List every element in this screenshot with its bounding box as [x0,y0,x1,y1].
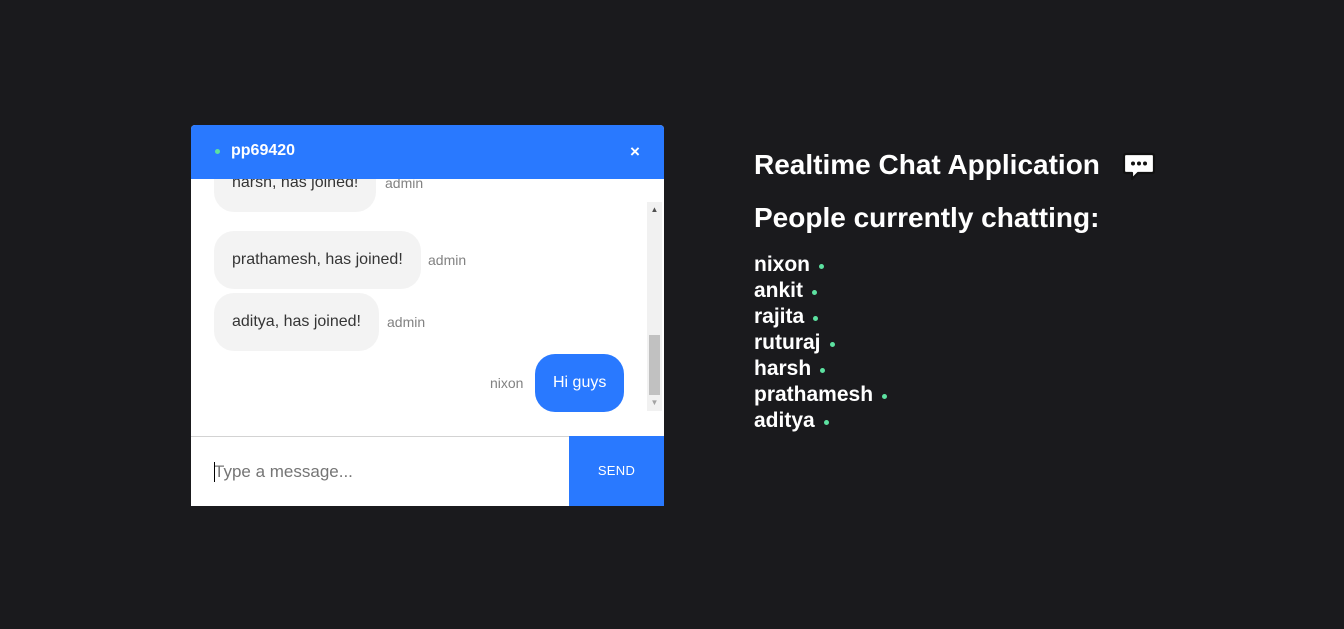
online-status-icon [813,316,819,321]
online-status-icon [820,368,826,373]
message-bubble: prathamesh, has joined! [214,231,421,289]
online-status-icon [823,420,829,425]
close-button[interactable]: × [626,142,644,162]
message-bubble: aditya, has joined! [214,293,379,351]
person-item: ankit [754,278,887,304]
message-scrollbar[interactable]: ▲ ▼ [647,202,662,411]
person-name: harsh [754,357,812,380]
person-name: ankit [754,279,804,302]
person-name: rajita [754,305,805,328]
people-list: nixon ankit rajita ruturaj harsh pratham… [754,252,888,434]
app-title: Realtime Chat Application [754,149,1100,180]
message-bubble: harsh, has joined! [214,179,377,212]
scroll-down-arrow-icon[interactable]: ▼ [647,397,662,409]
online-status-icon [882,394,888,399]
person-name: aditya [754,409,815,432]
room-name: pp69420 [231,142,296,159]
message-sender: admin [385,179,424,191]
own-message-bubble: Hi guys [535,354,625,412]
text-caret [214,462,215,482]
person-item: aditya [754,408,887,434]
online-status-icon [812,290,818,295]
message-sender: admin [387,314,426,330]
scrollbar-thumb[interactable] [649,335,660,395]
person-name: prathamesh [754,383,874,406]
chat-window: pp69420 × harsh, has joined! admin prath… [191,125,664,506]
person-item: prathamesh [754,382,888,408]
person-item: ruturaj [754,330,887,356]
message-list[interactable]: harsh, has joined! admin prathamesh, has… [191,179,664,436]
send-button[interactable]: SEND [569,436,664,506]
message-composer: SEND [191,436,664,506]
online-status-icon [215,149,220,154]
page: pp69420 × harsh, has joined! admin prath… [0,0,1344,629]
message-input[interactable] [191,437,569,506]
chat-header: pp69420 × [191,125,664,179]
online-status-icon [829,342,835,347]
person-name: ruturaj [754,331,821,354]
person-item: nixon [754,252,887,278]
scroll-up-arrow-icon[interactable]: ▲ [647,204,662,216]
online-status-icon [819,264,824,269]
speech-bubble-icon [1122,152,1156,181]
message-sender: nixon [490,375,524,391]
person-item: rajita [754,304,887,330]
message-sender: admin [428,252,467,268]
people-heading: People currently chatting: [754,202,1100,233]
person-name: nixon [754,253,810,276]
person-item: harsh [754,356,887,382]
